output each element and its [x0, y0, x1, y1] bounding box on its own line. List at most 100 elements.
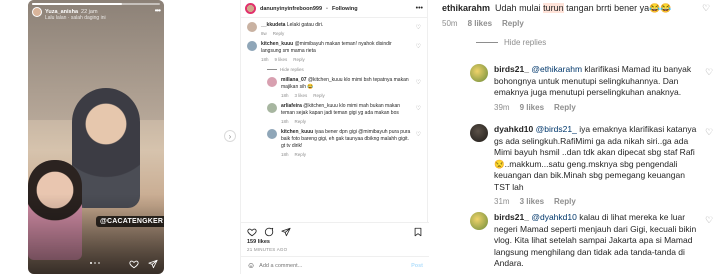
heart-icon[interactable]: ♡ — [416, 43, 421, 62]
reply-comment: birds21_ @dyahkd10 kalau di lihat mereka… — [470, 212, 715, 270]
heart-icon[interactable]: ♡ — [705, 67, 715, 112]
hide-replies-button[interactable]: Hide replies — [476, 38, 712, 47]
following-button[interactable]: Following — [332, 6, 358, 12]
send-icon[interactable] — [148, 259, 158, 269]
comment-username[interactable]: ethikarahm — [442, 3, 490, 13]
comment-likes[interactable]: 9 likes — [275, 57, 288, 62]
post-action-bar — [241, 223, 429, 239]
comment-time: 31m — [494, 197, 510, 206]
comment: __kkudeta Lelaki gatau diri. 8w Reply ♡ — [247, 22, 421, 36]
heart-icon[interactable]: ♡ — [416, 79, 421, 98]
comment-username[interactable]: arliafeira — [281, 103, 302, 109]
story-avatar[interactable] — [32, 7, 42, 17]
story-actions — [129, 259, 158, 269]
mention-link[interactable]: @birds21_ — [536, 124, 577, 134]
avatar[interactable] — [247, 22, 257, 32]
comment-time: 18h — [281, 119, 289, 124]
post-header: danunyinyinfreboon999 • Following ••• — [241, 0, 427, 18]
heart-icon[interactable]: ♡ — [702, 3, 712, 28]
post-avatar[interactable] — [245, 3, 256, 14]
story-subtitle: Lalu lalan · salah daging ini — [45, 15, 106, 21]
bookmark-icon[interactable] — [413, 227, 423, 237]
post-footer: 159 likes 21 MINUTES AGO ☺ Post — [241, 222, 429, 274]
reply-comment: arliafeira @kitchen_kuuu klo mimi mah bu… — [267, 103, 421, 124]
avatar[interactable] — [267, 103, 277, 113]
heart-icon[interactable]: ♡ — [416, 131, 421, 157]
comment-thread: ethikarahm Udah mulai turun tangan brrti… — [436, 0, 720, 274]
reply-comment: kitchen_kuuu iyaa bener dpn gigi @mimiba… — [267, 129, 421, 157]
story-progress-fill — [32, 3, 122, 5]
heart-icon[interactable]: ♡ — [416, 24, 421, 36]
post-username[interactable]: danunyinyinfreboon999 — [260, 6, 322, 12]
comment-username[interactable]: __kkudeta — [261, 22, 285, 28]
more-options-icon[interactable]: ••• — [155, 6, 161, 15]
screenshot-collage: Yuza_anisha 22 jam Lalu lalan · salah da… — [0, 0, 720, 274]
avatar[interactable] — [470, 64, 488, 82]
story-person-woman — [72, 88, 140, 208]
heart-icon[interactable]: ♡ — [705, 215, 715, 270]
avatar[interactable] — [267, 129, 277, 139]
comment-time: 50m — [442, 18, 458, 28]
comment-text-start: Udah mulai — [495, 3, 544, 13]
emoji-icon[interactable]: ☺ — [247, 261, 255, 270]
heart-icon[interactable]: ♡ — [416, 105, 421, 124]
story-viewer[interactable]: Yuza_anisha 22 jam Lalu lalan · salah da… — [28, 0, 164, 274]
comment-icon[interactable] — [264, 227, 274, 237]
comment-likes[interactable]: 3 likes — [520, 197, 544, 206]
reply-button[interactable]: Reply — [273, 31, 285, 36]
comment-username[interactable]: kitchen_kuuu — [281, 129, 313, 135]
reply-button[interactable]: Reply — [295, 152, 307, 157]
story-progress-bar — [32, 3, 160, 5]
avatar[interactable] — [267, 77, 277, 87]
comment-time: 18h — [281, 152, 289, 157]
post-panel: danunyinyinfreboon999 • Following ••• __… — [240, 0, 429, 274]
comment-list: __kkudeta Lelaki gatau diri. 8w Reply ♡ k… — [241, 18, 427, 157]
comment-username[interactable]: millana_07 — [281, 77, 307, 83]
comment-time: 18h — [281, 93, 289, 98]
heart-icon[interactable] — [247, 227, 257, 237]
highlighted-word: turun — [543, 3, 564, 13]
share-icon[interactable] — [281, 227, 291, 237]
top-comment: ethikarahm Udah mulai turun tangan brrti… — [442, 0, 712, 47]
post-date: 21 MINUTES AGO — [247, 247, 288, 252]
comment-likes[interactable]: 9 likes — [520, 103, 544, 112]
heart-icon[interactable] — [129, 259, 139, 269]
mention-link[interactable]: @ethikarahm — [531, 64, 582, 74]
add-comment-bar: ☺ Post — [241, 256, 429, 274]
hide-replies-button[interactable]: Hide replies — [267, 67, 421, 72]
chevron-right-icon[interactable]: › — [224, 130, 236, 142]
reply-button[interactable]: Reply — [554, 197, 576, 206]
story-page-dots — [90, 262, 100, 264]
mention-link[interactable]: @dyahkd10 — [531, 212, 577, 222]
post-button[interactable]: Post — [411, 263, 423, 269]
comment-username[interactable]: birds21_ — [494, 212, 529, 222]
reply-comment: birds21_ @ethikarahm klarifikasi Mamad i… — [470, 64, 715, 112]
comment-time: 39m — [494, 102, 510, 112]
story-mention-tag[interactable]: @CACATENGKER — [96, 216, 164, 227]
comment-time: 18h — [261, 57, 269, 62]
comment-text-end: tangan brrti bener ya😂😂 — [563, 3, 672, 13]
comment-likes[interactable]: 3 likes — [295, 93, 308, 98]
reply-button[interactable]: Reply — [313, 93, 325, 98]
separator-dot: • — [326, 5, 328, 12]
comment-likes[interactable]: 8 likes — [468, 19, 492, 28]
reply-comment: dyahkd10 @birds21_ iya emaknya klarifika… — [470, 124, 715, 206]
comment-username[interactable]: birds21_ — [494, 64, 529, 74]
reply-button[interactable]: Reply — [554, 103, 576, 112]
heart-icon[interactable]: ♡ — [705, 127, 715, 206]
reply-button[interactable]: Reply — [295, 119, 307, 124]
comment-username[interactable]: kitchen_kuuu — [261, 41, 293, 47]
hide-replies-label: Hide replies — [280, 67, 304, 72]
hide-replies-label: Hide replies — [504, 37, 547, 47]
reply-button[interactable]: Reply — [502, 19, 524, 28]
more-options-icon[interactable]: ••• — [416, 5, 423, 12]
comment-username[interactable]: dyahkd10 — [494, 124, 533, 134]
comment-time: 8w — [261, 31, 267, 36]
avatar[interactable] — [470, 124, 488, 142]
reply-button[interactable]: Reply — [293, 57, 305, 62]
avatar[interactable] — [470, 212, 488, 230]
comment-input[interactable] — [259, 262, 408, 269]
avatar[interactable] — [247, 41, 257, 51]
comment-text: Lelaki gatau diri. — [286, 22, 324, 28]
comment-text: iya emaknya klarifikasi katanya gs ada s… — [494, 124, 697, 192]
